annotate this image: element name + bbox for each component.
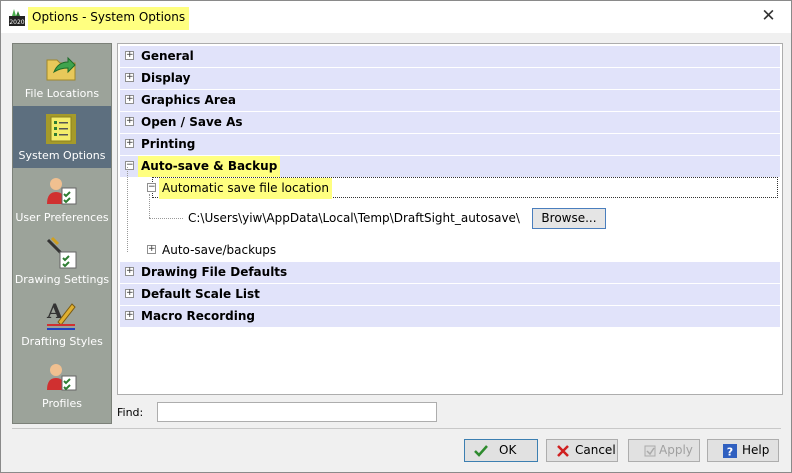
tree-node-label: General	[141, 49, 194, 63]
tree-node-printing[interactable]: + Printing	[120, 134, 780, 155]
folder-arrow-icon	[46, 56, 76, 81]
window-title: Options - System Options	[28, 7, 190, 30]
expand-icon[interactable]: +	[125, 73, 134, 82]
options-dialog: 2020 Options - System Options ✕ File Loc…	[0, 0, 792, 473]
tree-node-label: Automatic save file location	[159, 178, 332, 199]
sidebar-item-file-locations[interactable]: File Locations	[13, 44, 111, 106]
close-icon[interactable]: ✕	[746, 1, 791, 31]
drawing-settings-icon	[46, 236, 77, 269]
tree-node-display[interactable]: + Display	[120, 68, 780, 89]
collapse-icon[interactable]: −	[147, 183, 156, 192]
expand-icon[interactable]: +	[125, 51, 134, 60]
tree-node-label: Printing	[141, 137, 196, 151]
footer-divider	[12, 428, 781, 429]
autosave-path-value: C:\Users\yiw\AppData\Local\Temp\DraftSig…	[188, 211, 520, 225]
title-bar: 2020 Options - System Options ✕	[1, 1, 791, 33]
sidebar-item-drawing-settings[interactable]: Drawing Settings	[13, 230, 111, 292]
cancel-button[interactable]: Cancel	[546, 439, 618, 462]
cancel-label: Cancel	[575, 443, 616, 457]
svg-text:?: ?	[727, 446, 733, 459]
expand-icon[interactable]: +	[125, 267, 134, 276]
sidebar-label: System Options	[18, 149, 106, 162]
expand-icon[interactable]: +	[125, 289, 134, 298]
tree-node-default-scale-list[interactable]: + Default Scale List	[120, 284, 780, 305]
autosave-path-row: C:\Users\yiw\AppData\Local\Temp\DraftSig…	[120, 208, 780, 229]
sidebar-label: Drawing Settings	[14, 273, 110, 286]
tree-node-auto-save-backups[interactable]: + Auto-save/backups	[120, 240, 780, 261]
tree-node-label: Open / Save As	[141, 115, 243, 129]
checklist-icon	[46, 114, 76, 144]
ok-button[interactable]: OK	[464, 439, 538, 462]
tree-node-label: Auto-save/backups	[162, 243, 277, 257]
expand-icon[interactable]: +	[125, 117, 134, 126]
sidebar-label: User Preferences	[15, 211, 109, 224]
user-preferences-icon	[47, 178, 77, 205]
apply-button[interactable]: Apply	[628, 439, 700, 462]
tree-node-graphics-area[interactable]: + Graphics Area	[120, 90, 780, 111]
checkmark-icon	[474, 445, 488, 457]
tree-node-open-save-as[interactable]: + Open / Save As	[120, 112, 780, 133]
tree-node-drawing-file-defaults[interactable]: + Drawing File Defaults	[120, 262, 780, 283]
tree-node-macro-recording[interactable]: + Macro Recording	[120, 306, 780, 327]
tree-node-automatic-save-file-location[interactable]: − Automatic save file location	[120, 178, 780, 199]
tree-node-label: Macro Recording	[141, 309, 255, 323]
help-icon: ?	[723, 444, 737, 459]
tree-node-label: Graphics Area	[141, 93, 236, 107]
expand-icon[interactable]: +	[125, 139, 134, 148]
tree-node-label: Default Scale List	[141, 287, 260, 301]
tree-node-label: Drawing File Defaults	[141, 265, 288, 279]
drafting-styles-icon: A	[46, 299, 76, 330]
help-label: Help	[742, 443, 770, 457]
help-button[interactable]: ? Help	[707, 439, 779, 462]
apply-label: Apply	[659, 443, 693, 457]
tree-node-label: Display	[141, 71, 191, 85]
expand-icon[interactable]: +	[147, 245, 156, 254]
sidebar-item-system-options[interactable]: System Options	[13, 106, 111, 168]
tree-node-auto-save-backup[interactable]: − Auto-save & Backup	[120, 156, 780, 177]
draftsight-app-icon: 2020	[9, 9, 25, 26]
profiles-icon	[47, 364, 77, 391]
sidebar-item-drafting-styles[interactable]: A Drafting Styles	[13, 292, 111, 354]
ok-label: OK	[499, 443, 517, 457]
sidebar-label: Drafting Styles	[21, 335, 103, 348]
cancel-x-icon	[557, 445, 569, 457]
sidebar-label: File Locations	[24, 87, 100, 100]
tree-node-general[interactable]: + General	[120, 46, 780, 67]
expand-icon[interactable]: +	[125, 95, 134, 104]
browse-button[interactable]: Browse...	[532, 208, 606, 229]
options-sidebar: File Locations System Options User Prefe…	[12, 43, 112, 424]
expand-icon[interactable]: +	[125, 311, 134, 320]
find-input[interactable]	[157, 402, 437, 422]
apply-icon	[644, 445, 656, 457]
find-label: Find:	[117, 406, 144, 419]
options-tree: + General + Display + Graphics Area + Op…	[117, 43, 783, 395]
svg-text:2020: 2020	[9, 19, 24, 26]
tree-node-label: Auto-save & Backup	[138, 156, 281, 177]
sidebar-item-profiles[interactable]: Profiles	[13, 354, 111, 416]
sidebar-label: Profiles	[42, 397, 82, 410]
sidebar-item-user-preferences[interactable]: User Preferences	[13, 168, 111, 230]
